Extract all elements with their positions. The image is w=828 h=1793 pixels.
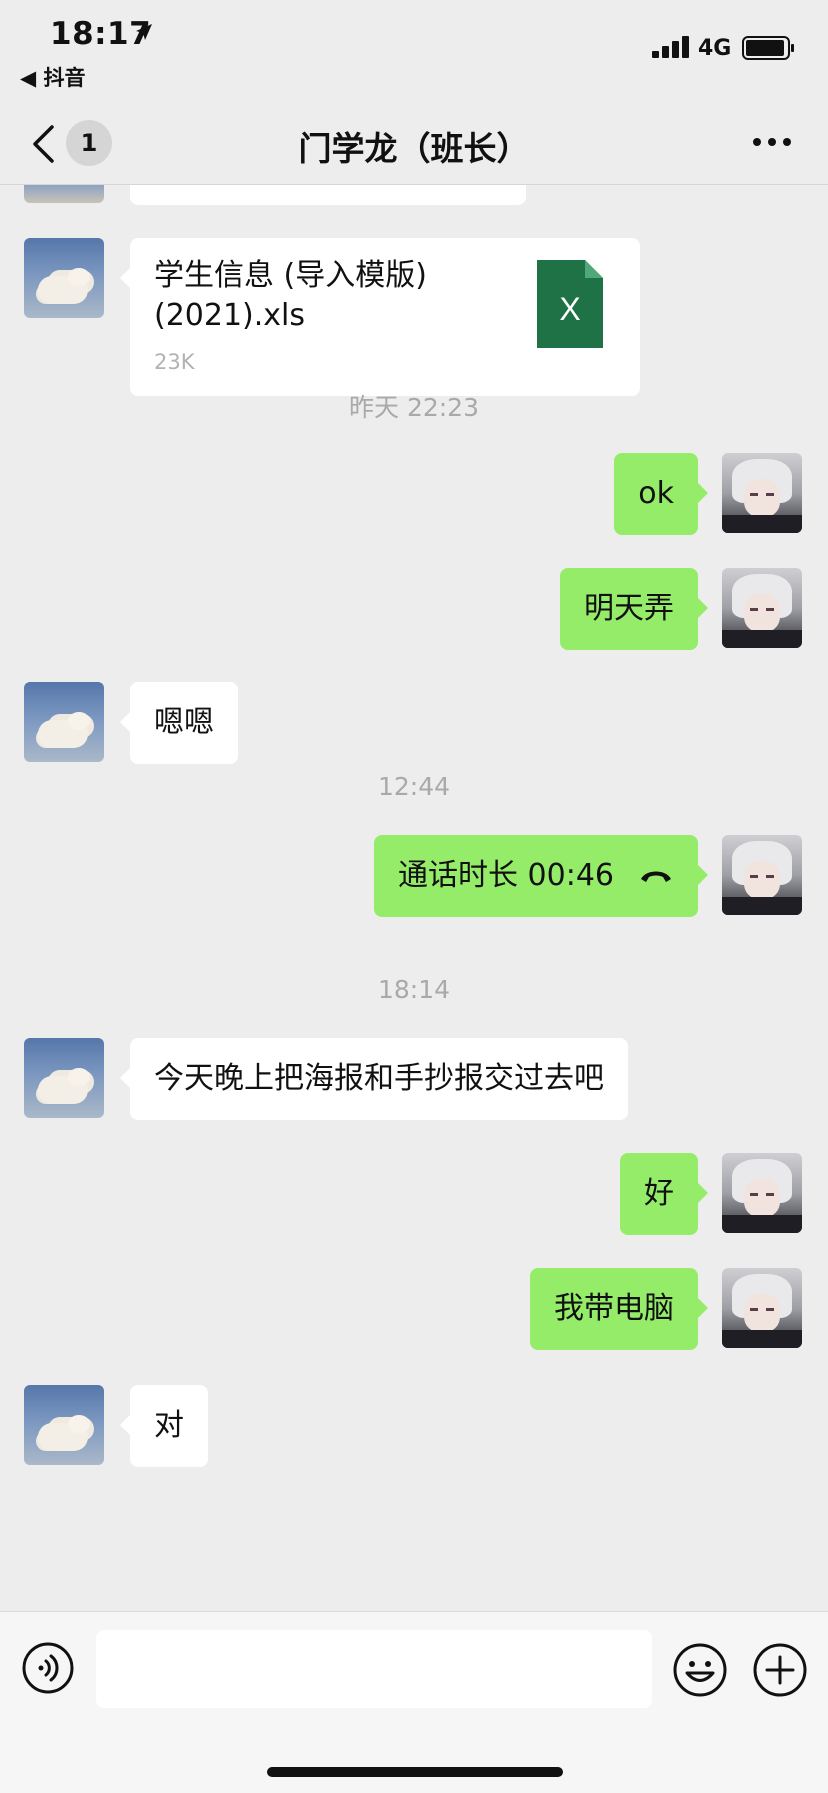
avatar-contact[interactable] xyxy=(24,185,104,203)
excel-file-icon: X xyxy=(537,260,603,348)
avatar-contact[interactable] xyxy=(24,238,104,318)
message-bubble-sent[interactable]: 我带电脑 xyxy=(530,1268,708,1350)
avatar-contact[interactable] xyxy=(24,1385,104,1465)
message-bubble-received[interactable]: 对 xyxy=(120,1385,208,1467)
status-bar: 18:17 ◀ 抖音 4G xyxy=(0,0,828,100)
file-icon-letter: X xyxy=(559,291,580,327)
message-bubble-sent[interactable]: 明天弄 xyxy=(560,568,708,650)
network-type: 4G xyxy=(698,36,732,61)
more-functions-plus-icon[interactable] xyxy=(752,1642,808,1698)
avatar-self[interactable] xyxy=(722,835,802,915)
file-message[interactable]: 学生信息 (导入模版) (2021).xls 23K X xyxy=(120,238,640,396)
avatar-contact[interactable] xyxy=(24,1038,104,1118)
message-input[interactable] xyxy=(96,1630,652,1708)
input-bar xyxy=(0,1611,828,1793)
message-bubble-received[interactable]: 今天晚上把海报和手抄报交过去吧 xyxy=(120,1038,628,1120)
call-duration-text: 通话时长 00:46 xyxy=(398,858,614,893)
chat-header: 1 门学龙（班长） xyxy=(0,100,828,185)
message-bubble-sent[interactable]: 好 xyxy=(620,1153,708,1235)
back-to-app-link[interactable]: ◀ 抖音 xyxy=(20,62,85,92)
cellular-signal-icon xyxy=(652,36,689,58)
home-indicator[interactable] xyxy=(267,1767,563,1777)
file-name: 学生信息 (导入模版) (2021).xls xyxy=(154,258,427,333)
voice-input-icon[interactable] xyxy=(22,1642,74,1694)
message-timestamp: 18:14 xyxy=(377,975,451,1004)
message-timestamp: 12:44 xyxy=(377,772,451,801)
emoji-icon[interactable] xyxy=(672,1642,728,1698)
avatar-self[interactable] xyxy=(722,453,802,533)
avatar-contact[interactable] xyxy=(24,682,104,762)
chat-title: 门学龙（班长） xyxy=(298,129,530,168)
message-timestamp: 昨天 22:23 xyxy=(349,393,479,422)
location-arrow-icon xyxy=(136,24,152,40)
battery-icon xyxy=(742,36,794,60)
avatar-self[interactable] xyxy=(722,568,802,648)
file-size: 23K xyxy=(154,350,195,374)
avatar-self[interactable] xyxy=(722,1268,802,1348)
message-bubble-partial xyxy=(130,185,526,205)
message-bubble-received[interactable]: 嗯嗯 xyxy=(120,682,238,764)
message-list[interactable]: 学生信息 (导入模版) (2021).xls 23K X 昨天 22:23 ok… xyxy=(0,185,828,1611)
more-options-icon[interactable] xyxy=(752,134,792,150)
call-record-bubble[interactable]: 通话时长 00:46 xyxy=(374,835,708,917)
phone-hangup-icon xyxy=(641,871,671,882)
message-bubble-sent[interactable]: ok xyxy=(614,453,708,535)
avatar-self[interactable] xyxy=(722,1153,802,1233)
